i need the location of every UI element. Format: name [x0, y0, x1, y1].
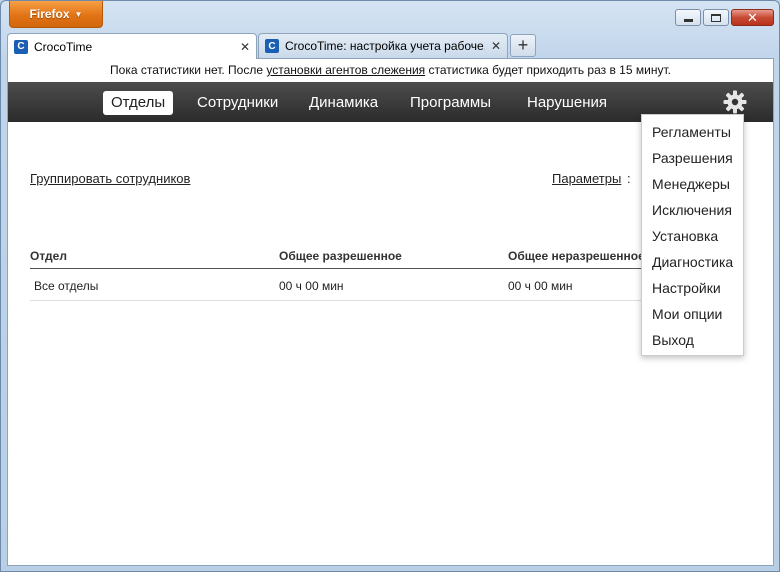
new-tab-button[interactable]: + [510, 34, 536, 57]
nav-programs[interactable]: Программы [402, 91, 499, 115]
tab-close-icon[interactable]: ✕ [240, 40, 250, 54]
cell-department: Все отделы [34, 279, 99, 293]
close-icon: ✕ [747, 9, 758, 25]
nav-dynamics[interactable]: Динамика [301, 91, 386, 115]
column-header-allowed[interactable]: Общее разрешенное [279, 249, 402, 263]
minimize-button[interactable] [675, 9, 701, 26]
column-header-department[interactable]: Отдел [30, 249, 67, 263]
menu-item-my-options[interactable]: Мои опции [642, 303, 743, 329]
cell-disallowed: 00 ч 00 мин [508, 279, 573, 293]
menu-item-settings[interactable]: Настройки [642, 277, 743, 303]
close-window-button[interactable]: ✕ [731, 9, 774, 26]
firefox-menu-caret-icon: ▼ [74, 9, 83, 19]
window-controls: ✕ [675, 9, 774, 26]
gear-icon[interactable] [723, 90, 747, 114]
maximize-button[interactable] [703, 9, 729, 26]
firefox-menu-button[interactable]: Firefox ▼ [9, 1, 103, 28]
column-header-disallowed[interactable]: Общее неразрешенное [508, 249, 645, 263]
settings-dropdown-menu: Регламенты Разрешения Менеджеры Исключен… [641, 114, 744, 356]
parameters-colon: : [627, 171, 631, 186]
minimize-icon [683, 18, 693, 22]
menu-item-logout[interactable]: Выход [642, 329, 743, 355]
parameters-link[interactable]: Параметры [552, 171, 621, 186]
menu-item-exceptions[interactable]: Исключения [642, 199, 743, 225]
tab-strip: C CrocoTime ✕ C CrocoTime: настройка уче… [7, 33, 773, 59]
menu-item-managers[interactable]: Менеджеры [642, 173, 743, 199]
tab-crocotime-settings[interactable]: C CrocoTime: настройка учета рабоче... ✕ [258, 33, 508, 58]
crocotime-favicon-icon: C [14, 39, 28, 54]
firefox-menu-label: Firefox [29, 7, 70, 21]
tab-crocotime[interactable]: C CrocoTime ✕ [7, 33, 257, 59]
nav-violations[interactable]: Нарушения [519, 91, 615, 115]
header-divider [30, 268, 650, 269]
menu-item-diagnostics[interactable]: Диагностика [642, 251, 743, 277]
new-tab-icon: + [517, 35, 529, 55]
group-employees-link[interactable]: Группировать сотрудников [30, 171, 190, 186]
menu-item-regulations[interactable]: Регламенты [642, 121, 743, 147]
nav-employees[interactable]: Сотрудники [189, 91, 286, 115]
notice-text-start: Пока статистики нет. После [110, 63, 267, 77]
stats-notice: Пока статистики нет. После установки аге… [8, 63, 773, 77]
menu-item-installation[interactable]: Установка [642, 225, 743, 251]
row-divider [30, 300, 650, 301]
notice-text-end: статистика будет приходить раз в 15 мину… [425, 63, 671, 77]
maximize-icon [711, 13, 721, 22]
cell-allowed: 00 ч 00 мин [279, 279, 344, 293]
page-content: Пока статистики нет. После установки аге… [7, 58, 774, 566]
tab-title: CrocoTime: настройка учета рабоче... [285, 39, 485, 53]
tab-close-icon[interactable]: ✕ [491, 39, 501, 53]
nav-departments[interactable]: Отделы [103, 91, 174, 115]
crocotime-favicon-icon: C [265, 39, 279, 53]
menu-item-permissions[interactable]: Разрешения [642, 147, 743, 173]
tab-title: CrocoTime [34, 39, 93, 54]
agent-install-link[interactable]: установки агентов слежения [266, 63, 425, 77]
browser-window: Firefox ▼ ✕ C CrocoTime ✕ C CrocoTime: н… [0, 0, 780, 572]
